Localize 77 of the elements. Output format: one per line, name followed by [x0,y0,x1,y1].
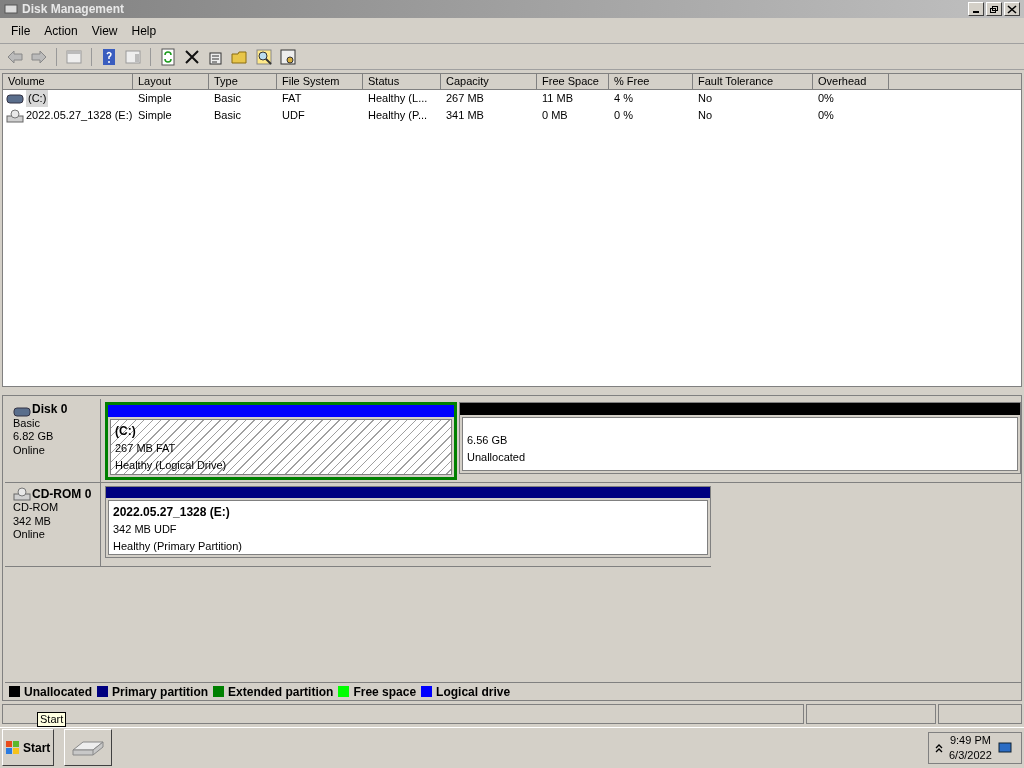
partition-block[interactable]: 2022.05.27_1328 (E:) 342 MB UDF Healthy (Primary Partition) [105,486,711,558]
column-header[interactable]: Type [209,74,277,90]
close-button[interactable] [1004,2,1020,16]
partition-block[interactable]: (C:) 267 MB FAT Healthy (Logical Drive) [105,402,457,480]
disk-detail: 6.82 GB [13,430,55,444]
table-cell: 4 % [614,92,633,105]
table-cell: UDF [282,109,305,122]
partition-title: 2022.05.27_1328 (E:) [113,504,230,521]
table-cell: 341 MB [446,109,484,122]
disk-name: CD-ROM 0 [32,487,92,501]
column-header[interactable]: Free Space [537,74,609,90]
restore-icon [989,4,999,14]
windows-logo-icon [5,739,21,756]
legend-label: Unallocated [24,683,92,701]
table-cell: Simple [138,92,172,105]
tooltip: Start [37,712,67,727]
taskbar-button[interactable] [64,729,112,766]
disk-detail: Online [13,528,46,542]
column-header[interactable]: Overhead [813,74,889,90]
disk-management-icon [4,3,18,15]
partition-detail: 6.56 GB [467,433,508,448]
table-cell: FAT [282,92,302,105]
table-cell: Basic [214,109,241,122]
table-cell: Healthy (L... [368,92,428,105]
chevron-icon[interactable] [935,742,943,753]
menu-item[interactable]: Help [124,21,164,40]
column-header[interactable]: Layout [133,74,209,90]
partition-block[interactable]: 6.56 GB Unallocated [459,402,1021,474]
table-cell: No [698,109,713,122]
table-cell: Basic [214,92,241,105]
partition-detail: Unallocated [467,449,526,465]
table-cell: 11 MB [542,92,573,105]
legend-label: Logical drive [436,683,511,701]
table-cell: 0 MB [542,109,568,122]
start-button[interactable]: Start [2,729,54,766]
partition-detail: 342 MB UDF [113,522,177,537]
partition-detail: 267 MB FAT [115,441,176,456]
partition-detail: Healthy (Primary Partition) [113,538,242,554]
table-cell: 0% [818,92,834,105]
legend-label: Free space [353,683,417,701]
cd-drive-icon [13,487,31,501]
column-header[interactable]: Status [363,74,441,90]
disk-detail: 342 MB [13,514,52,528]
table-cell: 0 % [614,109,633,122]
menu-item[interactable]: File [4,21,38,40]
close-icon [1007,4,1017,14]
column-header[interactable]: % Free [609,74,693,90]
column-header[interactable]: File System [277,74,363,90]
clock-time: 9:49 PM [949,732,991,748]
partition-detail: Healthy (Logical Drive) [115,457,227,473]
table-cell: 0% [818,109,834,122]
cd-drive-icon [6,108,24,123]
legend-label: Primary partition [112,683,209,701]
window-title: Disk Management [22,1,125,18]
table-cell: No [698,92,713,105]
partition-title: (C:) [115,423,136,440]
drive-icon [13,406,31,417]
menu-item[interactable]: Action [37,21,85,40]
table-cell-text: 2022.05.27_1328 (E:) [26,108,133,124]
table-cell: Simple [138,109,172,122]
disk-detail: Online [13,443,46,457]
table-cell: 267 MB [446,92,484,105]
drive-icon [6,93,24,104]
network-icon [997,741,1012,754]
column-header[interactable]: Capacity [441,74,537,90]
table-cell: (C:) [26,90,49,107]
column-header[interactable]: Fault Tolerance [693,74,813,90]
minimize-icon [973,10,979,13]
disk-detail: CD-ROM [13,501,60,515]
disk-name: Disk 0 [32,403,68,417]
table-cell: Healthy (P... [368,109,428,122]
disk-detail: Basic [13,416,41,430]
legend-label: Extended partition [228,683,334,701]
restore-button[interactable] [986,2,1002,16]
clock-date: 6/3/2022 [949,747,992,763]
minimize-button[interactable] [968,2,984,16]
menu-item[interactable]: View [84,21,125,40]
